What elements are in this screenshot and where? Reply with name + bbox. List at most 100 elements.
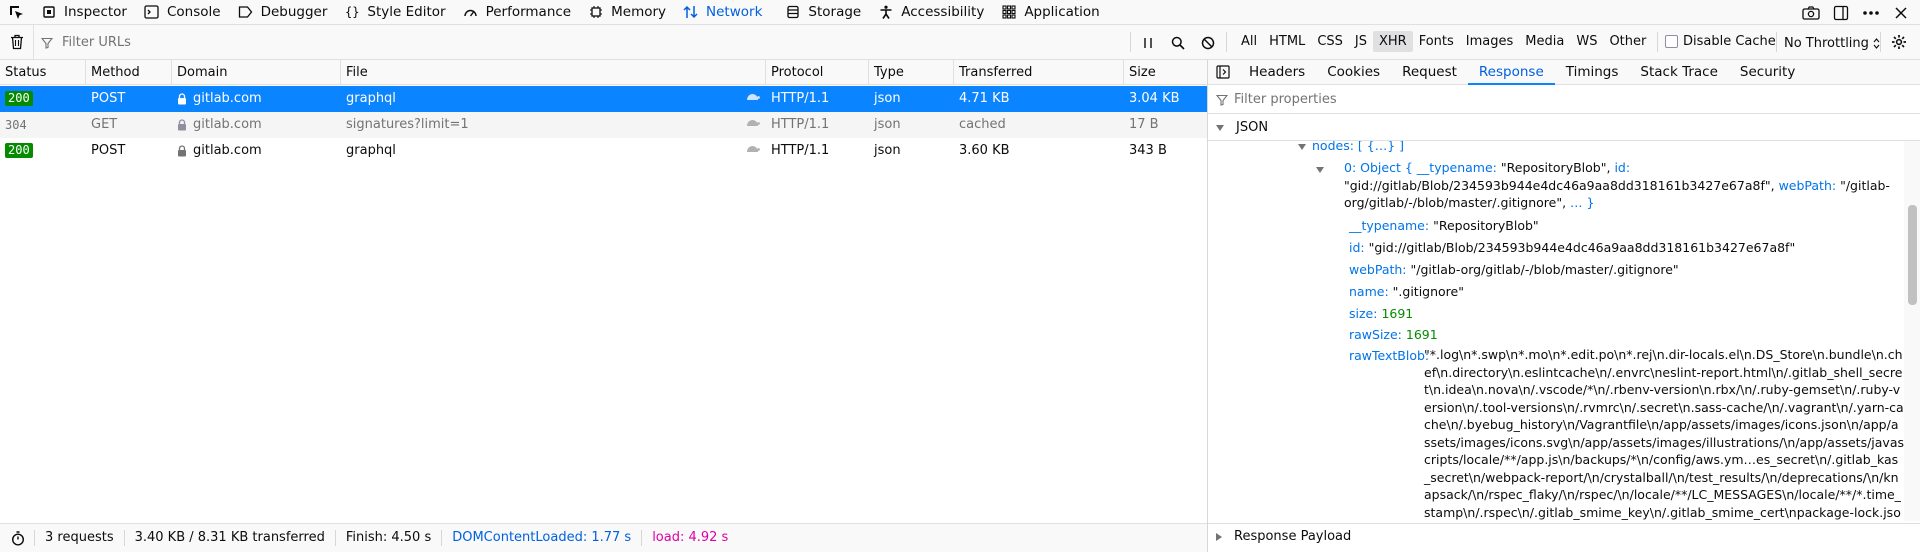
filter-css-button[interactable]: CSS	[1311, 31, 1349, 52]
tab-headers[interactable]: Headers	[1238, 60, 1316, 85]
domain-text: gitlab.com	[193, 117, 262, 132]
filter-all-button[interactable]: All	[1235, 31, 1263, 52]
tab-timings[interactable]: Timings	[1555, 60, 1630, 85]
network-status-bar: 3 requests 3.40 KB / 8.31 KB transferred…	[0, 523, 1207, 552]
json-scrollbar-thumb[interactable]	[1908, 205, 1917, 305]
column-header-protocol[interactable]: Protocol	[766, 60, 869, 85]
status-cell: 200	[0, 86, 86, 112]
json-row-object-toggle[interactable]	[1316, 159, 1336, 178]
tab-label: Application	[1024, 4, 1100, 20]
column-header-method[interactable]: Method	[86, 60, 172, 85]
response-payload-title: Response Payload	[1234, 529, 1352, 544]
disable-cache-checkbox[interactable]: Disable Cache	[1665, 34, 1776, 49]
tab-storage[interactable]: Storage	[776, 0, 869, 25]
filter-xhr-button[interactable]: XHR	[1373, 31, 1413, 52]
tab-debugger[interactable]: Debugger	[229, 0, 336, 25]
screenshot-icon[interactable]	[1800, 4, 1822, 22]
filter-other-button[interactable]: Other	[1603, 31, 1652, 52]
json-scrollbar[interactable]	[1904, 141, 1920, 521]
tab-inspector[interactable]: Inspector	[32, 0, 135, 25]
filter-images-button[interactable]: Images	[1460, 31, 1520, 52]
column-header-transferred[interactable]: Transferred	[954, 60, 1124, 85]
filter-js-button[interactable]: JS	[1349, 31, 1373, 52]
response-payload-section-header[interactable]: Response Payload	[1208, 523, 1920, 549]
dock-side-icon[interactable]	[1830, 4, 1852, 22]
json-row-nodes[interactable]: nodes: [ {…} ]	[1298, 141, 1404, 155]
search-button[interactable]	[1167, 25, 1189, 60]
json-row-webpath[interactable]: webPath: "/gitlab-org/gitlab/-/blob/mast…	[1349, 260, 1679, 279]
json-value: "gid://gitlab/Blob/234593b944e4dc46a9aa8…	[1368, 240, 1796, 255]
json-key: 0:	[1344, 160, 1357, 175]
tab-stack-trace[interactable]: Stack Trace	[1629, 60, 1728, 85]
json-row-id[interactable]: id: "gid://gitlab/Blob/234593b944e4dc46a…	[1349, 238, 1795, 257]
tab-network[interactable]: Network	[674, 0, 776, 25]
console-icon	[143, 3, 161, 21]
load-time: load: 4.92 s	[652, 530, 729, 545]
request-row[interactable]: 200 POST gitlab.com graphql HTTP/1.1 jso…	[0, 86, 1207, 112]
method-cell: POST	[91, 143, 126, 158]
type-cell: json	[874, 91, 901, 106]
column-header-type[interactable]: Type	[869, 60, 954, 85]
filter-icon	[38, 34, 56, 52]
json-tree: nodes: [ {…} ] 0: Object { __typename: "…	[1208, 141, 1904, 521]
tab-label: Inspector	[64, 4, 127, 20]
tab-style-editor[interactable]: {} Style Editor	[335, 0, 453, 25]
pause-button[interactable]	[1138, 25, 1158, 60]
type-cell: json	[874, 117, 901, 132]
json-row-name[interactable]: name: ".gitignore"	[1349, 282, 1464, 301]
json-type: Object	[1360, 160, 1401, 175]
tab-response[interactable]: Response	[1467, 60, 1555, 85]
column-header-file[interactable]: File	[341, 60, 766, 85]
file-text: graphql	[346, 143, 396, 158]
json-row-typename[interactable]: __typename: "RepositoryBlob"	[1349, 216, 1539, 235]
tab-accessibility[interactable]: Accessibility	[869, 0, 992, 25]
json-row-object-summary[interactable]: 0: Object { __typename: "RepositoryBlob"…	[1344, 159, 1899, 212]
tab-memory[interactable]: Memory	[579, 0, 674, 25]
tab-security[interactable]: Security	[1729, 60, 1806, 85]
block-requests-button[interactable]	[1197, 25, 1219, 60]
column-header-domain[interactable]: Domain	[172, 60, 341, 85]
throttling-select[interactable]: No Throttling	[1784, 34, 1881, 52]
filter-ws-button[interactable]: WS	[1570, 31, 1603, 52]
filter-properties-placeholder: Filter properties	[1234, 92, 1337, 107]
checkbox-box[interactable]	[1665, 35, 1678, 48]
finish-time: Finish: 4.50 s	[336, 530, 443, 546]
filter-urls-input[interactable]: Filter URLs	[38, 25, 1128, 60]
json-row-size[interactable]: size: 1691	[1349, 304, 1413, 323]
request-row[interactable]: 304 GET gitlab.com signatures?limit=1 HT…	[0, 112, 1207, 138]
json-section-header[interactable]: JSON	[1208, 115, 1920, 141]
file-cell: graphql	[341, 86, 766, 112]
domcontentloaded-time: DOMContentLoaded: 1.77 s	[442, 530, 643, 546]
tab-request[interactable]: Request	[1391, 60, 1468, 85]
file-cell: signatures?limit=1	[341, 112, 766, 138]
column-header-size[interactable]: Size	[1124, 60, 1207, 85]
close-icon[interactable]	[1890, 4, 1912, 22]
network-settings-button[interactable]	[1890, 33, 1908, 54]
json-row-rawtextblob-key[interactable]: rawTextBlob:	[1349, 346, 1429, 365]
status-badge: 200	[5, 143, 33, 158]
tab-label: Console	[166, 4, 221, 20]
network-icon	[682, 3, 700, 21]
filter-media-button[interactable]: Media	[1519, 31, 1570, 52]
clear-requests-button[interactable]	[0, 24, 34, 60]
requests-table-header: Status Method Domain File Protocol Type …	[0, 60, 1207, 85]
filter-html-button[interactable]: HTML	[1263, 31, 1311, 52]
tab-application[interactable]: Application	[992, 0, 1107, 25]
json-row-rawsize[interactable]: rawSize: 1691	[1349, 325, 1438, 344]
request-type-filters: All HTML CSS JS XHR Fonts Images Media W…	[1235, 31, 1652, 52]
column-header-status[interactable]: Status	[0, 60, 86, 85]
filter-properties-input[interactable]: Filter properties	[1208, 86, 1920, 114]
filter-fonts-button[interactable]: Fonts	[1413, 31, 1460, 52]
element-picker-button[interactable]	[0, 0, 32, 25]
collapse-panel-button[interactable]	[1208, 60, 1238, 85]
performance-analysis-button[interactable]	[0, 530, 35, 546]
toolbar-separator	[1776, 32, 1777, 52]
tab-performance[interactable]: Performance	[454, 0, 580, 25]
domain-text: gitlab.com	[193, 143, 262, 158]
more-options-icon[interactable]	[1860, 4, 1882, 22]
tab-cookies[interactable]: Cookies	[1316, 60, 1391, 85]
tab-console[interactable]: Console	[135, 0, 229, 25]
status-cell: 200	[0, 138, 86, 164]
method-cell: POST	[91, 91, 126, 106]
request-row[interactable]: 200 POST gitlab.com graphql HTTP/1.1 jso…	[0, 138, 1207, 164]
